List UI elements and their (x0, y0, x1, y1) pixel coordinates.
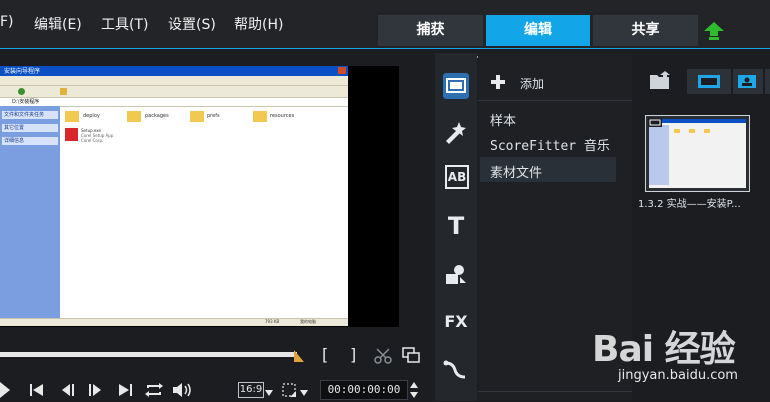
scissors-icon[interactable] (374, 347, 392, 365)
repeat-icon[interactable] (144, 382, 164, 398)
frame-address: D:\安装程序 (12, 99, 40, 105)
library-category-bar: AB T FX (435, 53, 477, 401)
previous-frame-icon[interactable] (60, 383, 76, 397)
frame-title: 安装向导程序 (4, 68, 41, 75)
close-icon (338, 67, 346, 74)
folder-icon (190, 111, 204, 122)
add-folder-label[interactable]: 添加 (520, 75, 544, 92)
library-item-scorefitter[interactable]: ScoreFitter 音乐 (490, 135, 610, 154)
tab-share[interactable]: 共享 (593, 15, 698, 46)
menu-tools[interactable]: 工具(T) (101, 14, 148, 34)
setup-desc: Corel Corp. (81, 138, 104, 143)
media-thumbnail[interactable] (645, 115, 750, 192)
volume-icon[interactable] (172, 382, 194, 398)
thumbnail-preview (649, 119, 746, 188)
library-item-samples[interactable]: 样本 (490, 110, 516, 129)
import-folder-icon[interactable] (649, 71, 671, 91)
folder-label: prefs (207, 113, 220, 119)
tab-capture[interactable]: 捕获 (378, 15, 483, 46)
thumbnail-folder-icon (674, 129, 680, 133)
upload-arrow-icon[interactable] (704, 22, 724, 40)
filter-audio-button[interactable] (765, 69, 770, 94)
watermark-url: jingyan.baidu.com (618, 368, 738, 383)
library-divider (478, 100, 632, 101)
frame-toolbar (0, 86, 348, 97)
timecode-display[interactable]: 00:00:00:00 (320, 380, 408, 400)
folder-icon (127, 111, 141, 122)
go-to-start-icon[interactable] (29, 383, 45, 397)
menu-edit[interactable]: 编辑(E) (34, 14, 82, 34)
go-to-end-icon[interactable] (117, 383, 133, 397)
graphics-icon[interactable] (443, 261, 469, 287)
frame-status-size: 793 KB (265, 319, 280, 324)
chevron-down-icon[interactable] (300, 390, 308, 396)
thumbnail-sidebar (649, 125, 669, 185)
play-icon[interactable] (0, 382, 12, 398)
transition-icon[interactable] (443, 119, 469, 145)
frame-sidebar-details: 详细信息 (2, 137, 58, 145)
resize-frame-icon[interactable] (282, 383, 298, 399)
frame-statusbar: 793 KB 我的电脑 (0, 318, 348, 326)
thumbnail-titlebar (649, 119, 746, 123)
menu-bar: F) 编辑(E) 工具(T) 设置(S) 帮助(H) 捕获 编辑 共享 (0, 0, 770, 49)
mark-out-button[interactable]: ] (350, 345, 356, 364)
frame-sidebar: 文件和文件夹任务 其它位置 详细信息 (0, 106, 60, 318)
media-thumbnail-label: 1.3.2 实战——安装P... (638, 199, 741, 210)
mark-in-button[interactable]: [ (322, 345, 328, 364)
aspect-ratio-button[interactable]: 16:9 (238, 382, 264, 398)
title-template-icon[interactable]: AB (445, 165, 469, 189)
next-frame-icon[interactable] (87, 383, 103, 397)
thumbnail-folder-icon (704, 129, 710, 133)
tab-edit[interactable]: 编辑 (486, 15, 590, 46)
timecode-stepper-icon[interactable] (409, 380, 419, 400)
folder-label: deploy (83, 113, 100, 119)
folder-icon (253, 111, 267, 122)
folder-icon (65, 111, 79, 122)
title-icon[interactable]: T (443, 213, 469, 239)
frame-setup-file: Setup.exe Corel Setup App Corel Corp. (65, 128, 135, 144)
filter-photo-button[interactable] (733, 69, 763, 94)
thumbnail-folder-icon (689, 129, 695, 133)
frame-status-location: 我的电脑 (300, 319, 316, 324)
folder-label: packages (145, 113, 169, 119)
video-clip-icon (648, 118, 662, 127)
mode-tabs: 捕获 编辑 共享 (378, 15, 698, 46)
preview-scrubber-track[interactable] (0, 352, 297, 357)
frame-titlebar: 安装向导程序 (0, 66, 348, 76)
setup-app-icon (65, 128, 78, 141)
folder-up-icon (60, 88, 67, 95)
watermark-logo: Bai 经验 (592, 329, 736, 370)
menu-help[interactable]: 帮助(H) (234, 14, 283, 34)
preview-video-frame: 安装向导程序 D:\安装程序 文件和文件夹任务 其它位置 详细信息 deploy… (0, 66, 348, 326)
menu-settings[interactable]: 设置(S) (168, 14, 216, 34)
fx-filter-icon[interactable]: FX (443, 309, 469, 335)
back-icon (18, 88, 25, 95)
motion-path-icon[interactable] (443, 357, 469, 383)
frame-sidebar-places: 其它位置 (2, 124, 58, 132)
add-icon[interactable] (490, 74, 506, 90)
media-library-icon[interactable] (443, 73, 469, 99)
baidu-watermark: Bai 经验 jingyan.baidu.com (590, 318, 770, 398)
photo-filter-icon (738, 75, 756, 88)
video-filter-icon (698, 75, 720, 88)
frame-menubar (0, 76, 348, 86)
copy-frame-icon[interactable] (402, 347, 420, 363)
library-item-materials[interactable]: 素材文件 (490, 162, 542, 181)
menu-file[interactable]: F) (0, 14, 14, 30)
folder-label: resources (270, 113, 295, 119)
filter-video-button[interactable] (687, 69, 731, 94)
chevron-down-icon[interactable] (265, 390, 273, 396)
frame-sidebar-task: 文件和文件夹任务 (2, 111, 58, 119)
